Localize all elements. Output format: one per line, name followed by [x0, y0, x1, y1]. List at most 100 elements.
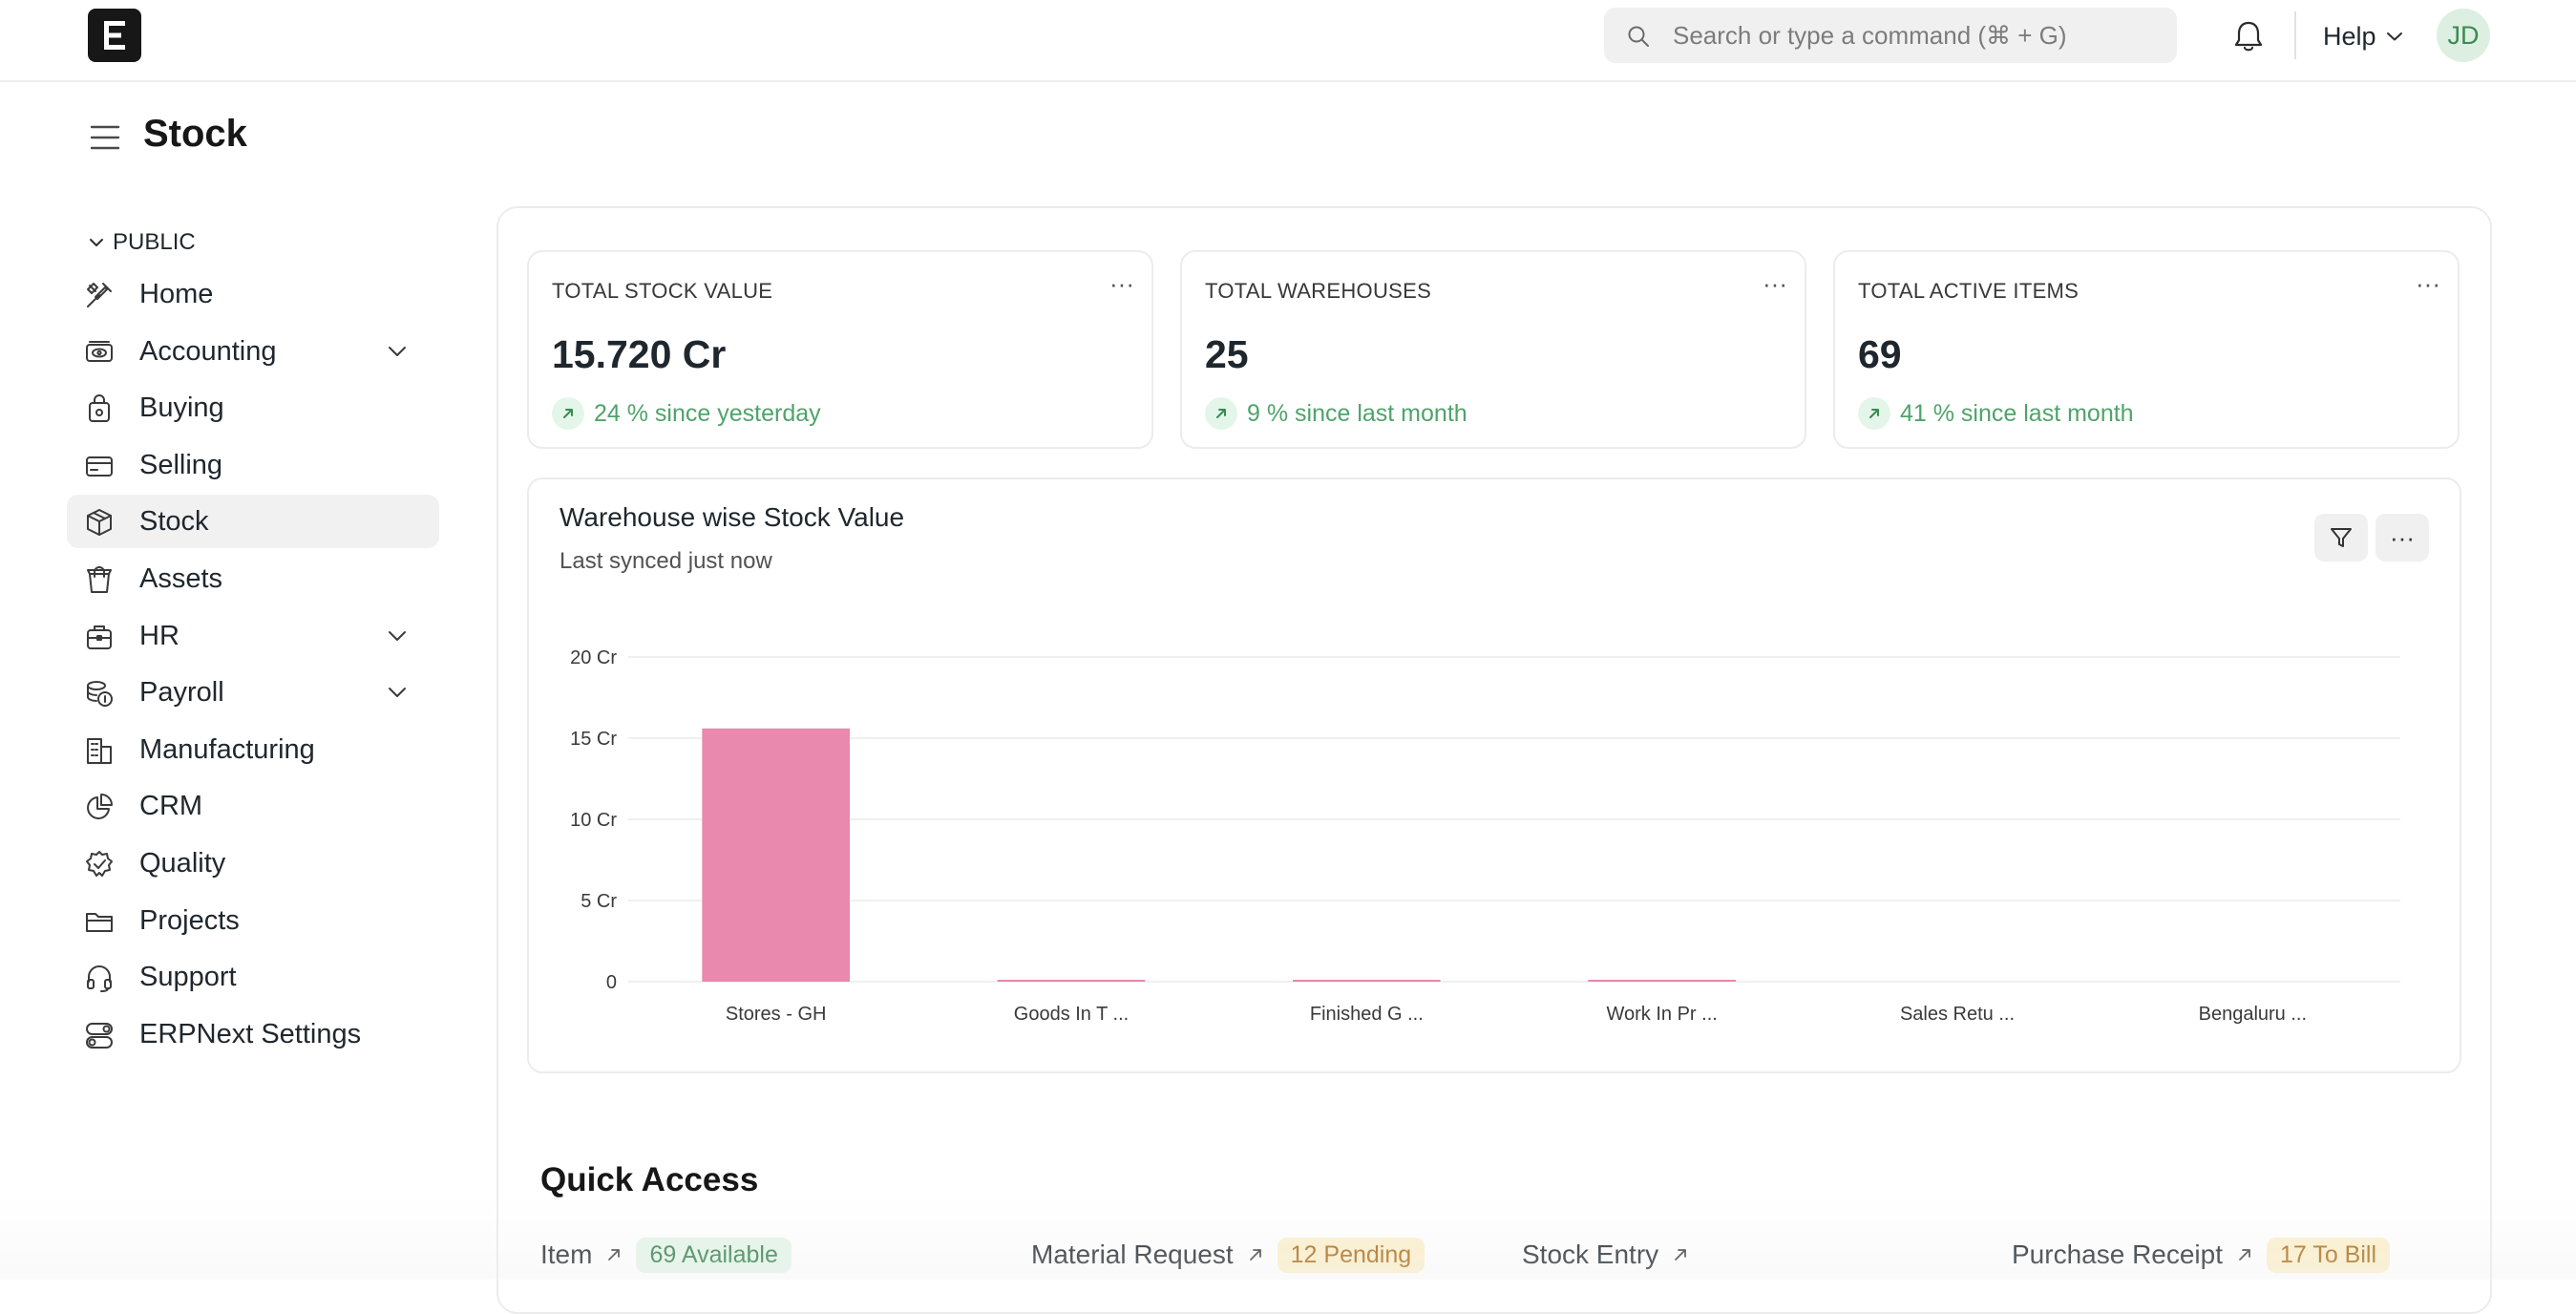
chart-bar: [1588, 980, 1736, 982]
tools-icon: [87, 283, 112, 307]
quick-access-badge: 17 To Bill: [2267, 1237, 2391, 1273]
notification-bell-icon[interactable]: [2232, 19, 2265, 53]
sidebar-item-assets[interactable]: Assets: [67, 552, 439, 605]
sidebar-item-buying[interactable]: Buying: [67, 381, 439, 434]
trend-text: 9 % since last month: [1247, 399, 1467, 427]
top-navbar: Help JD: [0, 0, 2576, 82]
pie-chart-icon: [87, 794, 113, 819]
sidebar-item-label: Buying: [139, 392, 224, 423]
number-card-value: 69: [1858, 332, 1902, 376]
search-bar[interactable]: [1604, 8, 2177, 63]
arrow-up-right-icon: [608, 1249, 621, 1261]
chart-y-tick-label: 5 Cr: [581, 891, 617, 912]
stock-value-bar-chart: 0 5 Cr 10 Cr 15 Cr 20 Cr Stores - GH Goods In …: [570, 647, 2400, 1025]
sidebar-item-label: Selling: [139, 450, 223, 480]
sidebar-item-label: Accounting: [139, 336, 277, 367]
sidebar-item-label: CRM: [139, 791, 203, 821]
chevron-down-icon[interactable]: [386, 625, 409, 647]
chart-y-tick-label: 0: [606, 972, 617, 993]
arrow-up-right-icon: [1249, 1249, 1261, 1261]
chart-x-tick-label: Finished G ...: [1310, 1004, 1424, 1025]
box-icon: [87, 509, 112, 536]
number-card-trend: 24 % since yesterday: [552, 397, 821, 430]
help-dropdown[interactable]: Help: [2323, 17, 2403, 55]
number-card-title: TOTAL STOCK VALUE: [552, 279, 773, 303]
quick-access-label: Stock Entry: [1522, 1240, 1659, 1269]
card-icon: [86, 456, 113, 477]
coins-icon: [87, 681, 113, 707]
quick-access-label: Material Request: [1031, 1240, 1234, 1269]
quick-access-label: Item: [540, 1240, 593, 1269]
chart-x-tick-label: Goods In T ...: [1014, 1004, 1129, 1025]
sidebar-item-selling[interactable]: Selling: [67, 438, 439, 492]
search-icon: [1628, 26, 1649, 47]
chevron-down-icon: [2386, 32, 2402, 41]
number-card-total-active-items[interactable]: TOTAL ACTIVE ITEMS ··· 69 41 % since last m…: [1833, 250, 2460, 449]
number-card-title: TOTAL ACTIVE ITEMS: [1858, 279, 2080, 303]
headset-icon: [87, 965, 112, 992]
chart-x-tick-label: Bengaluru ...: [2199, 1004, 2307, 1025]
chart-y-tick-label: 20 Cr: [570, 647, 617, 668]
app-logo[interactable]: [88, 9, 141, 62]
quick-access-item[interactable]: Item 69 Available: [540, 1234, 792, 1276]
sidebar-item-hr[interactable]: HR: [67, 609, 439, 663]
search-input[interactable]: [1673, 8, 2160, 63]
quick-access-purchase-receipt[interactable]: Purchase Receipt 17 To Bill: [2012, 1234, 2391, 1276]
number-card-value: 25: [1205, 332, 1249, 376]
navbar-divider: [2294, 11, 2296, 59]
chevron-down-icon[interactable]: [386, 340, 409, 363]
building-icon: [87, 738, 112, 764]
chart-x-tick-label: Stores - GH: [726, 1004, 827, 1025]
chart-y-tick-label: 10 Cr: [570, 810, 617, 831]
sidebar-item-payroll[interactable]: Payroll: [67, 666, 439, 719]
sidebar-item-support[interactable]: Support: [67, 950, 439, 1004]
sidebar-item-label: Home: [139, 279, 214, 309]
chevron-down-icon: [90, 239, 103, 246]
sidebar-item-label: Assets: [139, 563, 223, 594]
number-card-total-warehouses[interactable]: TOTAL WAREHOUSES ··· 25 9 % since last mont…: [1180, 250, 1806, 449]
money-eye-icon: [86, 341, 113, 362]
more-options-icon[interactable]: ···: [1763, 269, 1787, 299]
page-title: Stock: [143, 113, 247, 155]
number-card-total-stock-value[interactable]: TOTAL STOCK VALUE ··· 15.720 Cr 24 % since …: [527, 250, 1153, 449]
sidebar-item-label: HR: [139, 621, 179, 651]
sidebar-item-label: Payroll: [139, 677, 224, 708]
sidebar-item-erpnext-settings[interactable]: ERPNext Settings: [67, 1007, 439, 1061]
sidebar-item-accounting[interactable]: Accounting: [67, 325, 439, 378]
quick-access-badge: 69 Available: [636, 1237, 792, 1273]
toggles-icon: [86, 1023, 113, 1049]
number-card-trend: 41 % since last month: [1858, 397, 2134, 430]
quick-access-badge: 12 Pending: [1277, 1237, 1425, 1273]
chart-y-tick-label: 15 Cr: [570, 729, 617, 750]
arrow-up-right-icon: [2239, 1249, 2250, 1261]
help-label: Help: [2323, 21, 2376, 51]
sidebar-item-projects[interactable]: Projects: [67, 894, 439, 947]
briefcase-icon: [87, 625, 112, 649]
chart-bar: [702, 728, 850, 982]
user-avatar[interactable]: JD: [2437, 9, 2490, 62]
sidebar-section-label: PUBLIC: [113, 229, 196, 255]
more-options-icon[interactable]: ···: [1109, 269, 1134, 299]
sidebar-item-label: Quality: [139, 848, 226, 879]
quick-access-material-request[interactable]: Material Request 12 Pending: [1031, 1234, 1425, 1276]
more-options-icon[interactable]: ···: [2416, 269, 2440, 299]
bag-icon: [87, 566, 112, 593]
sidebar-item-stock[interactable]: Stock: [67, 495, 439, 548]
sidebar-item-home[interactable]: Home: [67, 267, 439, 321]
sidebar-item-crm[interactable]: CRM: [67, 779, 439, 833]
chart-x-tick-label: Work In Pr ...: [1607, 1004, 1718, 1025]
chart-bar: [997, 980, 1146, 982]
number-card-trend: 9 % since last month: [1205, 397, 1467, 430]
chart-card: Warehouse wise Stock Value Last synced j…: [527, 477, 2461, 1073]
chevron-down-icon[interactable]: [386, 681, 409, 704]
quick-access-label: Purchase Receipt: [2012, 1240, 2224, 1269]
sidebar-item-manufacturing[interactable]: Manufacturing: [67, 723, 439, 776]
sidebar-toggle-icon[interactable]: [90, 124, 120, 151]
sidebar-item-quality[interactable]: Quality: [67, 837, 439, 890]
quick-access-stock-entry[interactable]: Stock Entry: [1522, 1234, 1689, 1276]
avatar-initials: JD: [2447, 20, 2480, 50]
chart-bar: [1293, 980, 1441, 982]
sidebar-section-public[interactable]: PUBLIC: [88, 227, 196, 258]
sidebar-item-label: Manufacturing: [139, 734, 315, 765]
sidebar-item-label: Support: [139, 962, 237, 992]
